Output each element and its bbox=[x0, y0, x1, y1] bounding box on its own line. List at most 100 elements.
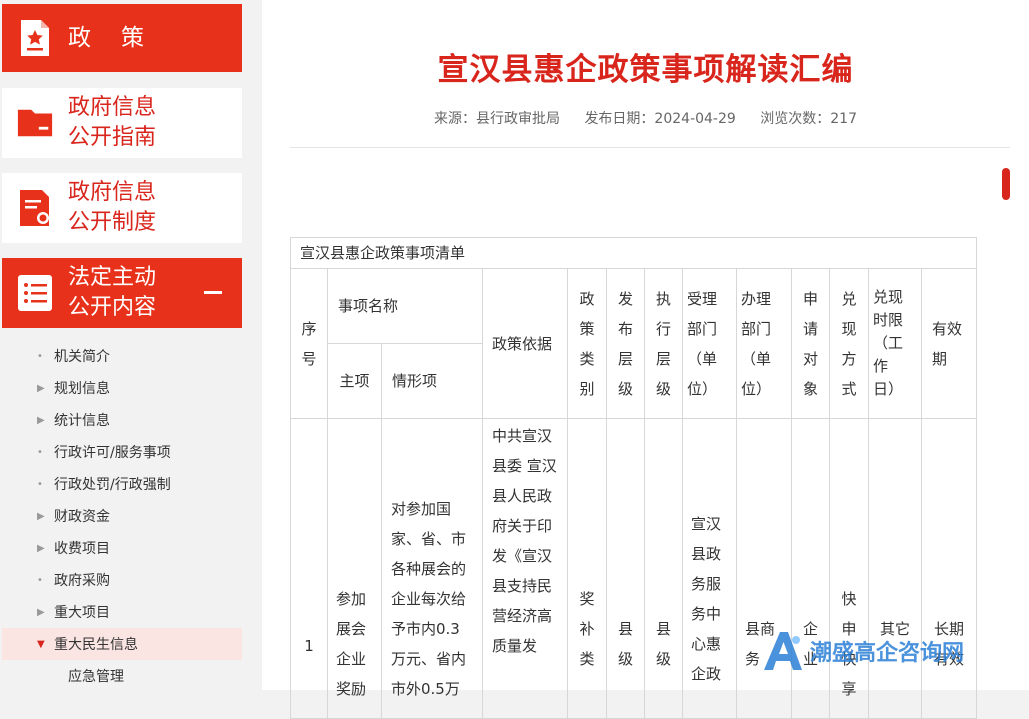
expand-arrow-icon: ▶ bbox=[37, 542, 45, 554]
sidebar-menu: • 机关简介 ▶ 规划信息 ▶ 统计信息 • 行政许可/服务事项 • 行政处罚/行政强制 … bbox=[2, 340, 242, 692]
header-main-item: 主项 bbox=[327, 343, 382, 419]
header-handle-dept: 办理部门（单位） bbox=[736, 268, 792, 419]
cell-category: 奖补类 bbox=[567, 418, 607, 719]
sidebar-block-system[interactable]: 政府信息 公开制度 bbox=[2, 173, 242, 243]
bullet-icon: • bbox=[37, 446, 43, 458]
header-text: 发布层级 bbox=[617, 289, 633, 398]
article-views: 浏览次数：217 bbox=[760, 111, 857, 127]
bullet-icon: • bbox=[37, 478, 43, 490]
table-caption: 宣汉县惠企政策事项清单 bbox=[290, 237, 977, 269]
menu-item-licensing[interactable]: • 行政许可/服务事项 bbox=[2, 436, 242, 468]
cell-main-item: 参加展会企业奖励 bbox=[327, 418, 382, 719]
list-icon bbox=[16, 273, 54, 313]
sidebar-block-guide[interactable]: 政府信息 公开指南 bbox=[2, 88, 242, 158]
cell-text: 参加展会企业奖励 bbox=[336, 590, 367, 698]
expand-arrow-icon: ▶ bbox=[37, 414, 45, 426]
menu-item-finance[interactable]: ▶ 财政资金 bbox=[2, 500, 242, 532]
cell-issue-level: 县级 bbox=[606, 418, 645, 719]
header-text: 兑现时限（工作日） bbox=[873, 288, 904, 398]
sidebar-block-label-line1: 法定主动 bbox=[68, 265, 157, 290]
header-sub-item: 情形项 bbox=[381, 343, 483, 419]
header-text: 有效期 bbox=[932, 319, 963, 368]
header-exec-level: 执行层级 bbox=[644, 268, 683, 419]
collapse-icon[interactable] bbox=[204, 291, 222, 294]
header-text: 受理部门（单位） bbox=[687, 289, 718, 398]
collapse-arrow-icon: ▼ bbox=[37, 638, 45, 650]
header-issue-level: 发布层级 bbox=[606, 268, 645, 419]
policy-doc-icon bbox=[16, 18, 54, 58]
watermark-logo-icon bbox=[760, 628, 806, 674]
menu-item-label: 规划信息 bbox=[54, 381, 110, 397]
folder-icon bbox=[16, 103, 54, 143]
cell-text: 对参加国家、省、市各种展会的企业每次给予市内0.3万元、省内市外0.5万 bbox=[391, 500, 467, 698]
sidebar-block-label-line2: 公开内容 bbox=[68, 295, 157, 320]
menu-item-emergency[interactable]: 应急管理 bbox=[2, 660, 242, 692]
sidebar-block-label: 政策 bbox=[68, 25, 174, 51]
cell-accept-dept: 宣汉县政务服务中心惠企政 bbox=[682, 418, 737, 719]
sidebar-block-label-line2: 公开制度 bbox=[68, 210, 157, 235]
header-accept-dept: 受理部门（单位） bbox=[682, 268, 737, 419]
header-text: 序号 bbox=[301, 319, 317, 368]
menu-item-label: 统计信息 bbox=[54, 413, 110, 429]
watermark: 潮盛高企咨询网 bbox=[760, 628, 964, 674]
header-seq: 序号 bbox=[290, 268, 328, 419]
header-category: 政策类别 bbox=[567, 268, 607, 419]
menu-item-label: 行政许可/服务事项 bbox=[54, 445, 171, 461]
menu-item-agency-intro[interactable]: • 机关简介 bbox=[2, 340, 242, 372]
cell-text: 奖补类 bbox=[579, 590, 595, 668]
menu-item-livelihood[interactable]: ▼ 重大民生信息 bbox=[2, 628, 242, 660]
header-text: 申请对象 bbox=[802, 289, 818, 398]
article-meta: 来源：县行政审批局 发布日期：2024-04-29 浏览次数：217 bbox=[262, 108, 1029, 128]
menu-item-label: 财政资金 bbox=[54, 509, 110, 525]
expand-arrow-icon: ▶ bbox=[37, 606, 45, 618]
document-seal-icon bbox=[16, 188, 54, 228]
bullet-icon: • bbox=[37, 574, 43, 586]
menu-item-planning[interactable]: ▶ 规划信息 bbox=[2, 372, 242, 404]
header-applicant: 申请对象 bbox=[791, 268, 830, 419]
watermark-text: 潮盛高企咨询网 bbox=[810, 640, 965, 666]
cell-sub-item: 对参加国家、省、市各种展会的企业每次给予市内0.3万元、省内市外0.5万 bbox=[381, 418, 483, 719]
sidebar-block-label-line2: 公开指南 bbox=[68, 125, 157, 150]
menu-item-fees[interactable]: ▶ 收费项目 bbox=[2, 532, 242, 564]
header-text: 执行层级 bbox=[655, 289, 671, 398]
expand-arrow-icon: ▶ bbox=[37, 382, 45, 394]
cell-text: 宣汉县政务服务中心惠企政 bbox=[691, 515, 722, 683]
cell-seq: 1 bbox=[290, 418, 328, 719]
header-text: 政策类别 bbox=[579, 289, 595, 398]
menu-item-label: 行政处罚/行政强制 bbox=[54, 477, 171, 493]
menu-item-label: 机关简介 bbox=[54, 349, 110, 365]
divider bbox=[290, 147, 1010, 148]
sidebar-block-label-line1: 政府信息 bbox=[68, 95, 157, 120]
sidebar: 政策 政府信息 公开指南 政府信息 公开制度 法定主动 公开内容 • 机关简介 ▶… bbox=[0, 0, 244, 690]
bullet-icon: • bbox=[37, 350, 43, 362]
header-item-name: 事项名称 bbox=[327, 268, 483, 344]
header-time-limit: 兑现时限（工作日） bbox=[868, 268, 922, 419]
page-title: 宣汉县惠企政策事项解读汇编 bbox=[437, 52, 854, 88]
header-method: 兑现方式 bbox=[829, 268, 869, 419]
article-source: 来源：县行政审批局 bbox=[433, 111, 560, 127]
header-text: 办理部门（单位） bbox=[741, 289, 772, 398]
article-panel: 宣汉县惠企政策事项解读汇编 来源：县行政审批局 发布日期：2024-04-29 … bbox=[262, 0, 1029, 719]
cell-basis: 中共宣汉县委 宣汉县人民政府关于印发《宣汉县支持民营经济高质量发 bbox=[482, 418, 568, 719]
header-validity: 有效期 bbox=[921, 268, 977, 419]
menu-item-statistics[interactable]: ▶ 统计信息 bbox=[2, 404, 242, 436]
scrollbar-thumb[interactable] bbox=[1002, 168, 1010, 200]
sidebar-block-policy[interactable]: 政策 bbox=[2, 4, 242, 72]
menu-item-label: 重大民生信息 bbox=[54, 637, 138, 653]
menu-item-penalties[interactable]: • 行政处罚/行政强制 bbox=[2, 468, 242, 500]
cell-text: 县级 bbox=[655, 620, 671, 668]
menu-item-major-projects[interactable]: ▶ 重大项目 bbox=[2, 596, 242, 628]
menu-item-label: 应急管理 bbox=[68, 669, 124, 685]
article-date: 发布日期：2024-04-29 bbox=[584, 111, 736, 127]
cell-text: 县级 bbox=[617, 620, 633, 668]
header-text: 兑现方式 bbox=[841, 289, 857, 398]
sidebar-block-statutory[interactable]: 法定主动 公开内容 bbox=[2, 258, 242, 328]
menu-item-label: 收费项目 bbox=[54, 541, 110, 557]
menu-item-label: 政府采购 bbox=[54, 573, 110, 589]
sidebar-block-label-line1: 政府信息 bbox=[68, 180, 157, 205]
cell-text: 中共宣汉县委 宣汉县人民政府关于印发《宣汉县支持民营经济高质量发 bbox=[492, 427, 557, 655]
menu-item-label: 重大项目 bbox=[54, 605, 110, 621]
cell-exec-level: 县级 bbox=[644, 418, 683, 719]
expand-arrow-icon: ▶ bbox=[37, 510, 45, 522]
menu-item-procurement[interactable]: • 政府采购 bbox=[2, 564, 242, 596]
